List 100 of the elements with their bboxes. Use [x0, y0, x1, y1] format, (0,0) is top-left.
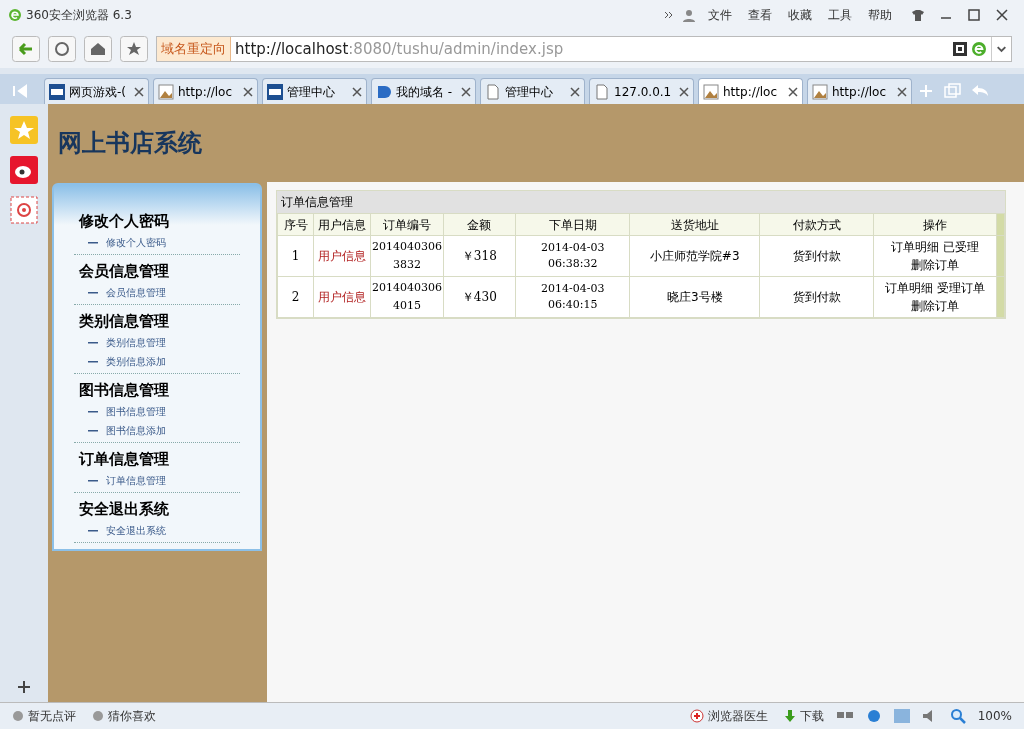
tab-label: http://loc — [832, 83, 888, 101]
table-cell: 2 — [277, 276, 314, 318]
table-cell: 小庄师范学院#3 — [629, 235, 760, 277]
address-field[interactable]: 域名重定向 http://localhost:8080/tushu/admin/index.jsp — [156, 36, 1012, 62]
image-icon — [812, 83, 828, 100]
menu-heading: 安全退出系统 — [78, 499, 170, 520]
column-header: 送货地址 — [629, 213, 760, 236]
back-icon[interactable] — [12, 36, 40, 62]
action-link[interactable]: 删除订单 — [911, 258, 960, 272]
column-header: 付款方式 — [759, 213, 874, 236]
column-header: 金额 — [443, 213, 516, 236]
status-link[interactable]: 猜你喜欢 — [108, 707, 156, 725]
letter-d-icon — [376, 83, 392, 100]
action-link[interactable]: 已受理 — [943, 240, 980, 254]
close-tab-icon[interactable] — [897, 86, 907, 97]
site-title: 网上书店系统 — [58, 127, 202, 159]
tab-label: http://loc — [723, 83, 779, 101]
table-cell: ￥430 — [443, 276, 516, 318]
menu-link[interactable]: 类别信息添加 — [106, 354, 166, 369]
menu-link[interactable]: 订单信息管理 — [106, 473, 166, 488]
url-host: http://localhost — [235, 39, 349, 58]
close-icon[interactable] — [996, 9, 1008, 21]
column-header: 用户信息 — [313, 213, 371, 236]
close-tab-icon[interactable] — [570, 86, 580, 97]
menu-link[interactable]: 会员信息管理 — [106, 285, 166, 300]
tab-label: 管理中心 — [287, 83, 336, 101]
tab-label: 我的域名 - — [396, 83, 454, 101]
page-icon — [594, 83, 610, 100]
action-link[interactable]: 删除订单 — [911, 299, 960, 313]
menu-heading: 图书信息管理 — [78, 380, 170, 401]
tab-label: 管理中心 — [505, 83, 554, 101]
menu-item[interactable]: 文件 — [708, 6, 732, 24]
close-tab-icon[interactable] — [243, 86, 253, 97]
redirect-badge: 域名重定向 — [157, 37, 231, 61]
table-cell: 晓庄3号楼 — [629, 276, 760, 318]
tab[interactable]: http://loc — [698, 78, 803, 104]
maximize-icon[interactable] — [968, 9, 980, 21]
tab[interactable]: 我的域名 - — [371, 78, 476, 104]
close-tab-icon[interactable] — [134, 86, 144, 97]
user-icon[interactable] — [682, 8, 696, 22]
table-cell: 货到付款 — [759, 276, 874, 318]
action-link[interactable]: 受理订单 — [937, 281, 986, 295]
zoom-level[interactable]: 100% — [977, 707, 1012, 725]
plus-circle-icon — [689, 709, 704, 723]
menu-item[interactable]: 工具 — [828, 6, 852, 24]
status-link[interactable]: 暂无点评 — [28, 707, 76, 725]
column-header: 下单日期 — [515, 213, 630, 236]
qr-code-icon[interactable] — [953, 42, 967, 56]
table-cell: ￥318 — [443, 235, 516, 277]
menu-item[interactable]: 查看 — [748, 6, 772, 24]
column-header: 订单编号 — [370, 213, 444, 236]
shirt-icon[interactable] — [912, 9, 924, 21]
status-link[interactable]: 浏览器医生 — [707, 707, 768, 725]
table-cell: 1 — [277, 235, 314, 277]
tab[interactable]: 网页游戏-( — [44, 78, 149, 104]
logo-icon — [267, 83, 283, 100]
menu-item[interactable]: 帮助 — [868, 6, 892, 24]
menu-heading: 会员信息管理 — [78, 261, 170, 282]
tab[interactable]: 管理中心 — [480, 78, 585, 104]
menu-item[interactable]: 收藏 — [788, 6, 812, 24]
page-icon — [485, 83, 501, 100]
tab-label: 网页游戏-( — [69, 83, 127, 101]
download-arrow-icon — [783, 709, 796, 723]
close-tab-icon[interactable] — [352, 86, 362, 97]
tab[interactable]: http://loc — [153, 78, 258, 104]
window-title: 360安全浏览器 6.3 — [26, 7, 132, 24]
close-tab-icon[interactable] — [788, 86, 798, 97]
table-cell: 货到付款 — [759, 235, 874, 277]
column-header: 序号 — [277, 213, 314, 236]
chevron-icon[interactable] — [664, 10, 674, 20]
menu-heading: 修改个人密码 — [77, 211, 170, 232]
menu-link[interactable]: 图书信息管理 — [106, 404, 166, 419]
tab-label: http://loc — [178, 83, 234, 101]
status-link[interactable]: 下载 — [799, 707, 824, 725]
menu-link[interactable]: 类别信息管理 — [106, 335, 166, 350]
image-icon — [158, 83, 174, 100]
logo-icon — [49, 83, 65, 100]
dot-icon — [92, 710, 104, 722]
close-tab-icon[interactable] — [461, 86, 471, 97]
tab[interactable]: 127.0.0.1 — [589, 78, 694, 104]
action-link[interactable]: 订单明细 — [891, 240, 940, 254]
tab-label: 127.0.0.1 — [614, 83, 673, 101]
column-header: 操作 — [873, 213, 997, 236]
tab[interactable]: 管理中心 — [262, 78, 367, 104]
home-icon[interactable] — [84, 36, 112, 62]
menu-link[interactable]: 修改个人密码 — [106, 235, 166, 250]
table-title: 订单信息管理 — [277, 191, 1005, 213]
menu-heading: 订单信息管理 — [77, 449, 170, 470]
table-cell: 20140403063832 — [370, 235, 444, 277]
add-icon[interactable] — [17, 680, 31, 694]
refresh-icon[interactable] — [48, 36, 76, 62]
tab[interactable]: http://loc — [807, 78, 912, 104]
close-tab-icon[interactable] — [679, 86, 689, 97]
url-path: :8080/tushu/admin/index.jsp — [348, 39, 564, 58]
menu-link[interactable]: 安全退出系统 — [106, 523, 166, 538]
menu-link[interactable]: 图书信息添加 — [106, 423, 166, 438]
action-link[interactable]: 订单明细 — [885, 281, 934, 295]
menu-heading: 类别信息管理 — [78, 311, 170, 332]
zoom-icon[interactable] — [949, 708, 966, 724]
table-cell: 20140403064015 — [370, 276, 444, 318]
